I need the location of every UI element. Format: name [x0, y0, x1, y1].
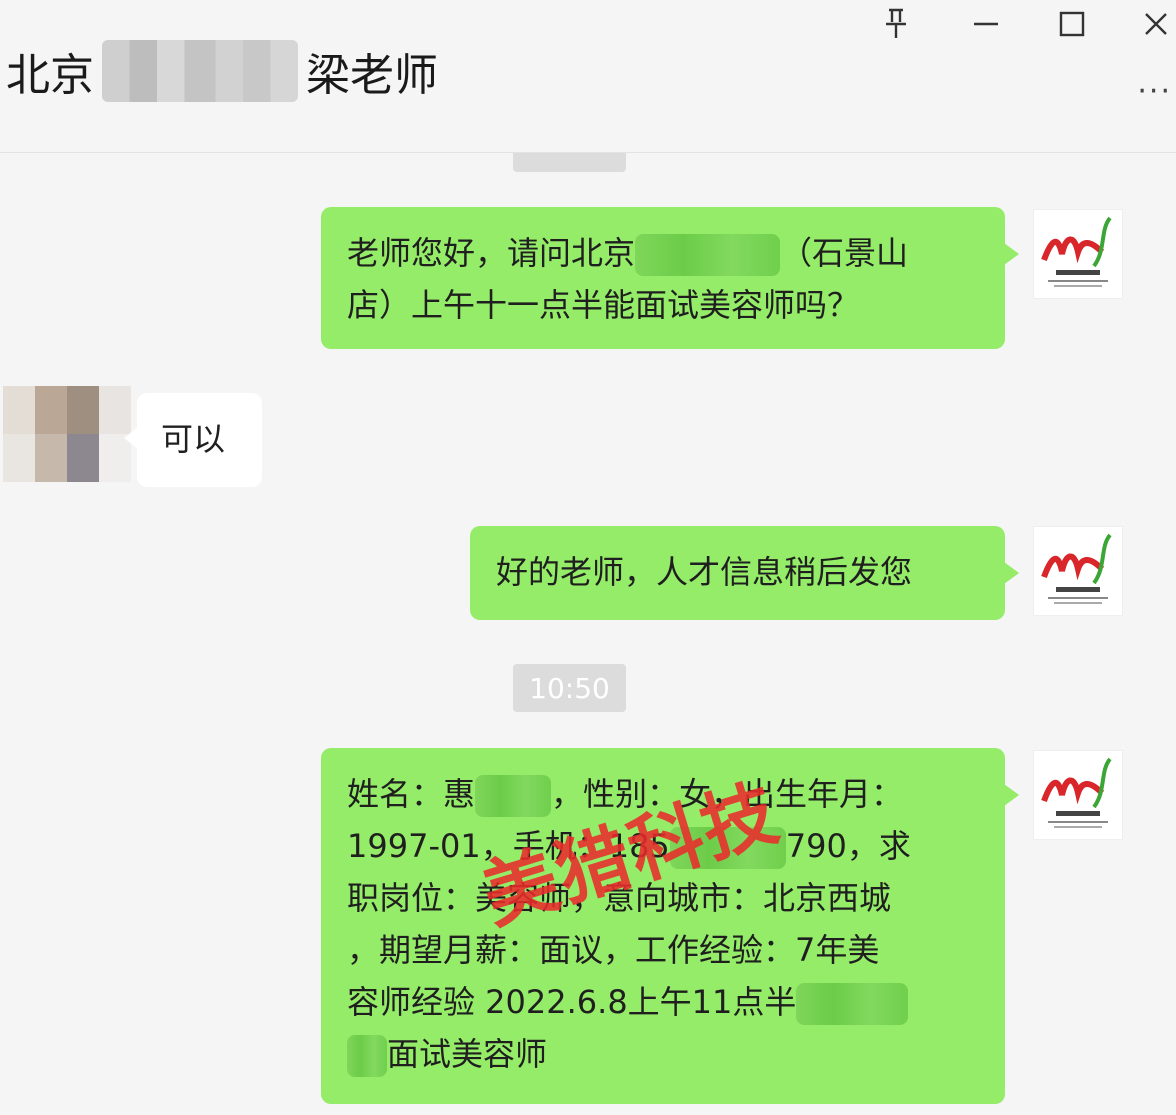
- minimize-button[interactable]: [966, 4, 1006, 44]
- maximize-button[interactable]: [1052, 4, 1092, 44]
- pin-icon: [886, 8, 906, 38]
- text-redaction: [796, 983, 909, 1025]
- message-bubble-incoming[interactable]: 可以: [124, 393, 262, 487]
- text-redaction: [475, 775, 552, 817]
- message-text: 容师经验 2022.6.8上午11点半: [347, 983, 797, 1021]
- company-logo-icon: [1041, 533, 1112, 604]
- maximize-icon: [1059, 11, 1085, 37]
- message-text: 姓名：惠: [347, 775, 476, 813]
- company-logo-icon: [1041, 216, 1112, 287]
- message-text: （石景山: [780, 234, 909, 272]
- message-text: ，性别：女，出生年月：: [551, 775, 904, 813]
- message-text: 职岗位：美容师，意向城市：北京西城: [347, 879, 892, 917]
- message-text: ，期望月薪：面议，工作经验：7年美: [347, 931, 880, 969]
- message-bubble-outgoing[interactable]: 老师您好，请问北京 （石景山 店）上午十一点半能面试美容师吗？: [321, 207, 1019, 349]
- message-bubble-outgoing[interactable]: 姓名：惠 ，性别：女，出生年月： 1997-01，手机：185 790，求 职岗位：…: [321, 748, 1019, 1104]
- title-redaction: [102, 40, 298, 102]
- pin-button[interactable]: [876, 4, 916, 44]
- message-text: 1997-01，手机：185: [347, 827, 670, 865]
- chat-title-suffix: 梁老师: [306, 50, 438, 101]
- chat-title: 北京 梁老师: [6, 36, 438, 106]
- message-text: 790，求: [785, 827, 911, 865]
- message-text: 老师您好，请问北京: [347, 234, 636, 272]
- message-bubble-outgoing[interactable]: 好的老师，人才信息稍后发您: [470, 526, 1019, 620]
- close-icon: [1145, 13, 1167, 35]
- more-options-button[interactable]: ···: [1137, 74, 1172, 109]
- text-redaction: [635, 234, 781, 276]
- timestamp: 10:50: [513, 664, 626, 712]
- close-button[interactable]: [1136, 4, 1176, 44]
- text-redaction: [669, 827, 786, 869]
- message-text: 可以: [161, 420, 226, 458]
- message-text: 面试美容师: [387, 1035, 548, 1073]
- contact-avatar[interactable]: [3, 386, 131, 482]
- message-text: 好的老师，人才信息稍后发您: [496, 553, 913, 591]
- minimize-icon: [974, 22, 998, 26]
- my-avatar[interactable]: [1033, 526, 1123, 616]
- message-text: 店）上午十一点半能面试美容师吗？: [347, 286, 860, 324]
- my-avatar[interactable]: [1033, 750, 1123, 840]
- company-logo-icon: [1041, 757, 1112, 828]
- text-redaction: [347, 1035, 387, 1077]
- chat-title-prefix: 北京: [6, 50, 94, 101]
- title-bar: 北京 梁老师 ···: [0, 0, 1176, 153]
- my-avatar[interactable]: [1033, 209, 1123, 299]
